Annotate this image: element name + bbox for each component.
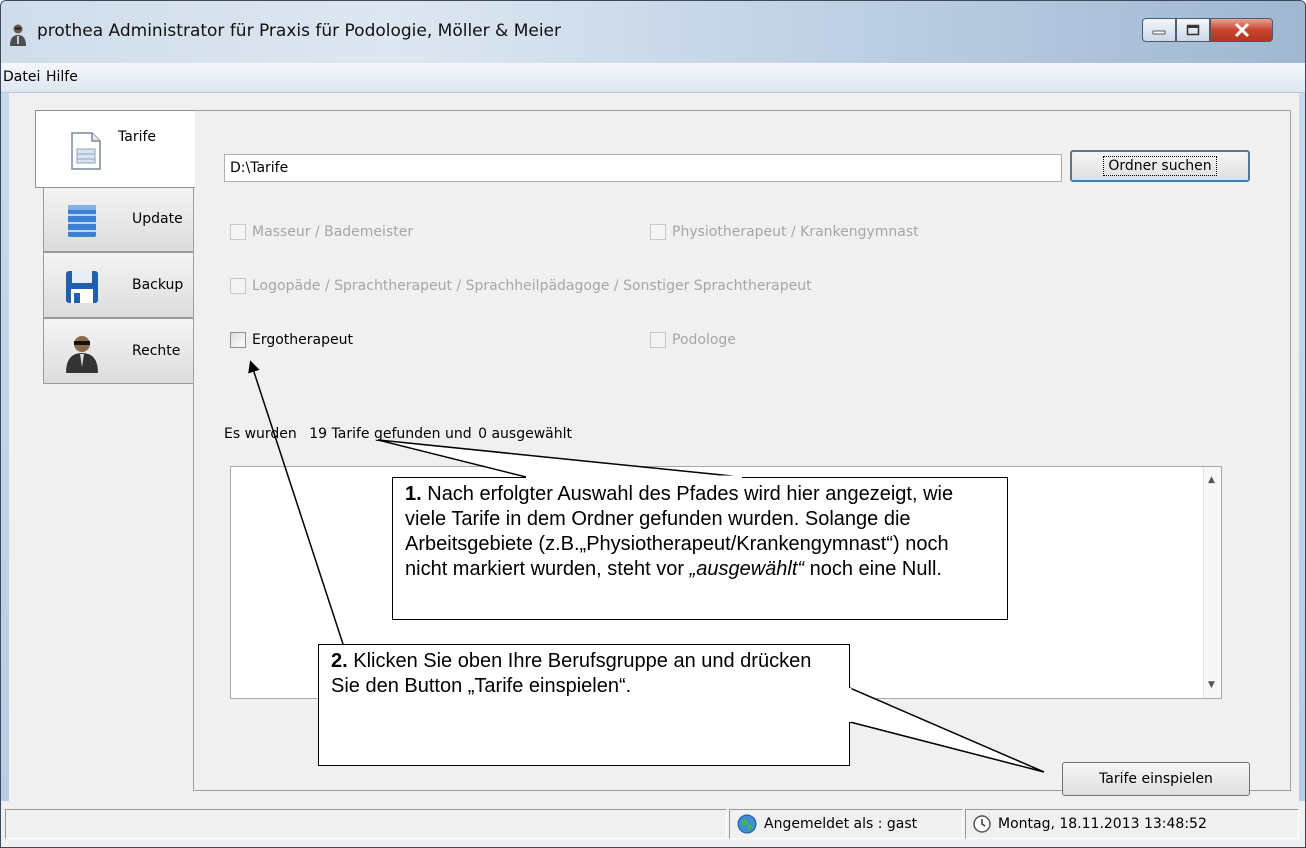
count-suffix: ausgewählt bbox=[491, 426, 572, 442]
tab-rechte[interactable]: Rechte bbox=[43, 318, 193, 384]
callout-1-number: 1. bbox=[405, 483, 422, 505]
checkbox-physiotherapeut-label: Physiotherapeut / Krankengymnast bbox=[672, 224, 919, 240]
checkbox-podologe-label: Podologe bbox=[672, 332, 736, 348]
checkbox-logopaede[interactable]: Logopäde / Sprachtherapeut / Sprachheilp… bbox=[230, 278, 812, 294]
user-sunglasses-icon bbox=[66, 336, 98, 373]
database-icon bbox=[68, 205, 96, 237]
tab-tarife[interactable]: Tarife bbox=[35, 110, 195, 188]
callout-2: 2. Klicken Sie oben Ihre Berufsgruppe an… bbox=[318, 644, 850, 766]
maximize-button[interactable] bbox=[1176, 18, 1210, 42]
close-button[interactable] bbox=[1210, 18, 1273, 42]
checkbox-box[interactable] bbox=[230, 224, 246, 240]
tarife-count-line: Es wurden 19 Tarife gefunden und 0 ausge… bbox=[224, 426, 572, 442]
tab-update[interactable]: Update bbox=[43, 186, 193, 252]
menu-hilfe[interactable]: Hilfe bbox=[46, 69, 78, 85]
minimize-icon bbox=[1152, 30, 1166, 35]
checkbox-box[interactable] bbox=[650, 332, 666, 348]
status-bar: Angemeldet als : gast Montag, 18.11.2013… bbox=[1, 801, 1305, 847]
checkbox-logopaede-label: Logopäde / Sprachtherapeut / Sprachheilp… bbox=[252, 278, 812, 294]
search-folder-button-label: Ordner suchen bbox=[1103, 156, 1217, 176]
callout-1-text-b: noch eine Null. bbox=[804, 558, 942, 580]
checkbox-ergotherapeut[interactable]: Ergotherapeut bbox=[230, 332, 353, 348]
checkbox-box[interactable] bbox=[650, 224, 666, 240]
close-icon bbox=[1234, 22, 1249, 38]
floppy-disk-icon bbox=[66, 271, 98, 303]
import-tarife-button[interactable]: Tarife einspielen bbox=[1062, 762, 1250, 796]
tab-rechte-label: Rechte bbox=[132, 343, 181, 359]
menu-bar: Datei Hilfe bbox=[1, 63, 1305, 93]
scroll-down-icon[interactable]: ▼ bbox=[1208, 680, 1215, 690]
document-icon bbox=[71, 132, 101, 170]
tab-update-label: Update bbox=[132, 211, 183, 227]
checkbox-masseur[interactable]: Masseur / Bademeister bbox=[230, 224, 413, 240]
checkbox-ergotherapeut-label: Ergotherapeut bbox=[252, 332, 353, 348]
count-middle: Tarife gefunden und bbox=[331, 426, 472, 442]
clock-icon bbox=[973, 815, 991, 833]
checkbox-box[interactable] bbox=[230, 332, 246, 348]
search-folder-button[interactable]: Ordner suchen bbox=[1070, 150, 1250, 182]
globe-icon bbox=[737, 814, 757, 834]
status-datetime: Montag, 18.11.2013 13:48:52 bbox=[965, 809, 1299, 839]
list-scrollbar[interactable]: ▲ ▼ bbox=[1203, 467, 1221, 698]
app-user-icon bbox=[10, 24, 26, 46]
checkbox-box[interactable] bbox=[230, 278, 246, 294]
login-text: Angemeldet als : gast bbox=[764, 816, 918, 832]
window-title: prothea Administrator für Praxis für Pod… bbox=[37, 21, 561, 41]
checkbox-masseur-label: Masseur / Bademeister bbox=[252, 224, 414, 240]
callout-2-number: 2. bbox=[331, 650, 348, 672]
status-left bbox=[5, 809, 727, 839]
menu-datei[interactable]: Datei bbox=[3, 69, 40, 85]
callout-1-italic: „ausgewählt“ bbox=[689, 558, 805, 580]
selected-count: 0 bbox=[478, 426, 487, 442]
import-tarife-button-label: Tarife einspielen bbox=[1099, 771, 1213, 787]
title-bar[interactable]: prothea Administrator für Praxis für Pod… bbox=[1, 1, 1305, 63]
status-login: Angemeldet als : gast bbox=[729, 809, 963, 839]
tab-tarife-label: Tarife bbox=[118, 129, 157, 145]
scroll-up-icon[interactable]: ▲ bbox=[1208, 475, 1215, 485]
count-prefix: Es wurden bbox=[224, 426, 297, 442]
tab-backup[interactable]: Backup bbox=[43, 252, 193, 318]
callout-2-text: Klicken Sie oben Ihre Berufsgruppe an un… bbox=[331, 650, 812, 697]
tab-backup-label: Backup bbox=[132, 277, 184, 293]
maximize-icon bbox=[1186, 24, 1200, 36]
callout-1: 1. Nach erfolgter Auswahl des Pfades wir… bbox=[392, 477, 1008, 620]
found-count: 19 bbox=[309, 426, 328, 442]
datetime-text: Montag, 18.11.2013 13:48:52 bbox=[998, 816, 1207, 832]
checkbox-podologe[interactable]: Podologe bbox=[650, 332, 736, 348]
minimize-button[interactable] bbox=[1142, 18, 1176, 42]
checkbox-physiotherapeut[interactable]: Physiotherapeut / Krankengymnast bbox=[650, 224, 919, 240]
path-input[interactable]: D:\Tarife bbox=[224, 154, 1062, 182]
